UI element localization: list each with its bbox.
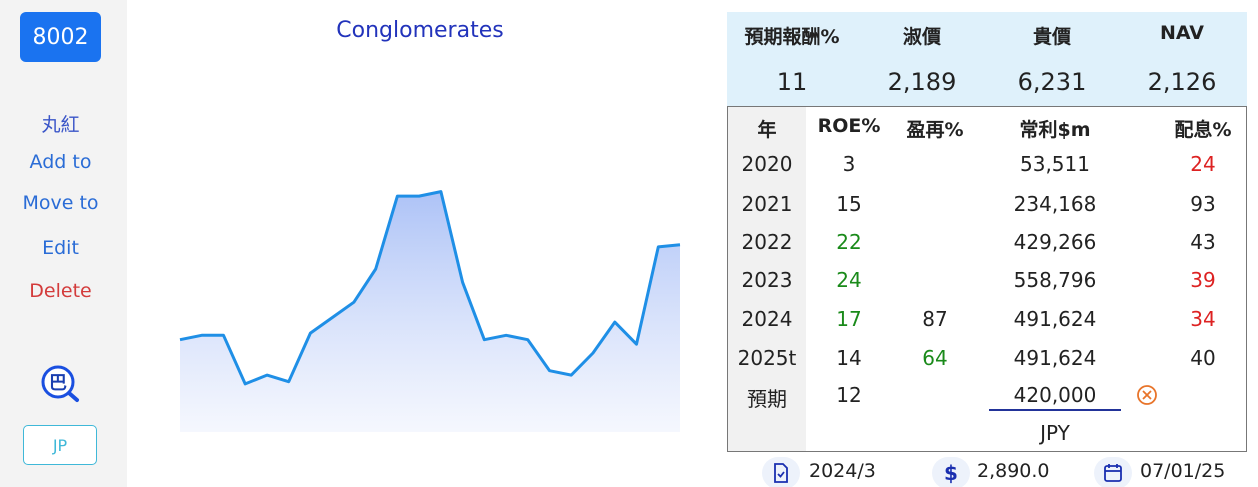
forecast-label: 預期: [747, 387, 787, 411]
table-row-reinvest: 64: [922, 346, 948, 370]
expected-return-value: 11: [776, 68, 808, 96]
table-row-year: 2022: [741, 230, 793, 254]
cancel-icon[interactable]: [1136, 384, 1158, 406]
header-reinvest: 盈再%: [906, 119, 964, 141]
table-row-roe: 14: [836, 346, 862, 370]
table-row-dividend: 39: [1190, 268, 1216, 292]
currency-label: JPY: [1040, 421, 1070, 445]
header-year: 年: [757, 119, 777, 141]
search-icon-glyph: 巴: [49, 373, 67, 394]
table-row-roe: 15: [836, 192, 862, 216]
delete-button[interactable]: Delete: [0, 280, 121, 302]
financials-table: 年 ROE% 盈再% 常利$m 配息% 2020 3 53,511 24 202…: [727, 106, 1247, 452]
table-row-dividend: 43: [1190, 230, 1216, 254]
fiscal-check-icon[interactable]: [762, 457, 800, 487]
stock-code-button[interactable]: 8002: [20, 12, 101, 62]
table-row-roe: 24: [836, 268, 862, 292]
table-row-profit: 234,168: [1013, 192, 1097, 216]
table-row-profit: 491,624: [1013, 307, 1097, 331]
header-roe: ROE%: [817, 115, 881, 137]
expensive-price-header: 貴價: [1032, 26, 1071, 48]
header-dividend: 配息%: [1174, 119, 1232, 141]
forecast-roe: 12: [836, 383, 862, 407]
table-row-year: 2023: [741, 268, 793, 292]
move-to-button[interactable]: Move to: [0, 192, 121, 214]
nav-value: 2,126: [1147, 68, 1217, 96]
table-row-roe: 17: [836, 307, 862, 331]
table-row-roe: 3: [842, 152, 856, 176]
table-row-year: 2025t: [737, 346, 797, 370]
table-row-profit: 429,266: [1013, 230, 1097, 254]
sidebar: 8002 丸紅 Add to Move to Edit Delete 巴 JP: [0, 0, 127, 487]
dollar-icon[interactable]: $: [932, 457, 970, 487]
app-root: 8002 丸紅 Add to Move to Edit Delete 巴 JP …: [0, 0, 1258, 487]
table-row-dividend: 93: [1190, 192, 1216, 216]
expected-return-header: 預期報酬%: [744, 26, 840, 48]
header-profit: 常利$m: [1019, 119, 1091, 141]
table-row-roe: 22: [836, 230, 862, 254]
chart-title: Conglomerates: [336, 18, 504, 43]
price-chart: [179, 190, 681, 432]
forecast-input-underline: [989, 409, 1121, 411]
table-row-dividend: 34: [1190, 307, 1216, 331]
cheap-price-header: 淑價: [902, 26, 941, 48]
forecast-profit-input[interactable]: 420,000: [989, 383, 1121, 407]
valuation-panel: 預期報酬% 淑價 貴價 NAV 11 2,189 6,231 2,126: [727, 12, 1247, 106]
table-row-dividend: 40: [1190, 346, 1216, 370]
company-name-link[interactable]: 丸紅: [0, 110, 121, 137]
add-to-button[interactable]: Add to: [0, 151, 121, 173]
nav-header: NAV: [1159, 22, 1205, 44]
table-row-reinvest: 87: [922, 307, 948, 331]
calendar-icon[interactable]: [1094, 457, 1132, 487]
current-price: 2,890.0: [977, 460, 1050, 482]
fiscal-period: 2024/3: [809, 460, 876, 482]
table-row-year: 2024: [741, 307, 793, 331]
market-button[interactable]: JP: [23, 425, 97, 465]
chart-area-fill: [180, 191, 680, 432]
edit-button[interactable]: Edit: [0, 237, 121, 259]
update-date: 07/01/25: [1140, 460, 1226, 482]
cheap-price-value: 2,189: [887, 68, 957, 96]
table-row-profit: 491,624: [1013, 346, 1097, 370]
table-row-profit: 53,511: [1020, 152, 1090, 176]
table-row-year: 2020: [741, 152, 793, 176]
table-row-profit: 558,796: [1013, 268, 1097, 292]
table-row-year: 2021: [741, 192, 793, 216]
expensive-price-value: 6,231: [1017, 68, 1087, 96]
table-row-dividend: 24: [1190, 152, 1216, 176]
search-icon[interactable]: 巴: [40, 364, 82, 404]
